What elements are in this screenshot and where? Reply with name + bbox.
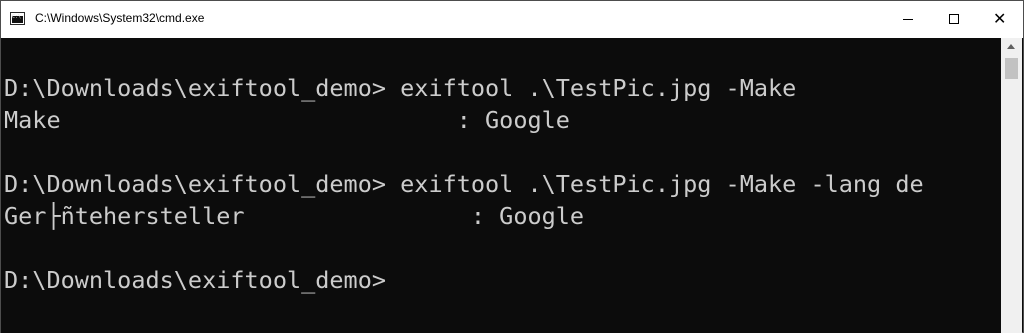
close-icon: ✕ [993, 9, 1007, 28]
console-line: D:\Downloads\exiftool_demo> exiftool .\T… [4, 170, 924, 198]
maximize-button[interactable] [931, 1, 977, 38]
vertical-scrollbar[interactable] [1001, 38, 1022, 333]
cmd-console-icon[interactable]: C:\ [10, 12, 25, 25]
minimize-icon [903, 19, 913, 20]
maximize-icon [949, 14, 959, 24]
minimize-button[interactable] [885, 1, 931, 38]
console-line: D:\Downloads\exiftool_demo> exiftool .\T… [4, 74, 797, 102]
console-prompt-line: D:\Downloads\exiftool_demo> [4, 266, 387, 294]
console-line: Ger├ñtehersteller : Google [4, 202, 585, 230]
console-icon-glyph: C:\ [12, 14, 22, 20]
console-output[interactable]: D:\Downloads\exiftool_demo> exiftool .\T… [1, 38, 1002, 333]
scroll-up-arrow-icon[interactable] [1001, 38, 1022, 55]
title-bar[interactable]: C:\ C:\Windows\System32\cmd.exe ✕ [1, 1, 1023, 38]
window-title: C:\Windows\System32\cmd.exe [35, 11, 205, 25]
scroll-thumb[interactable] [1005, 58, 1018, 79]
close-button[interactable]: ✕ [977, 1, 1023, 38]
console-line: Make : Google [4, 106, 570, 134]
cmd-window: C:\ C:\Windows\System32\cmd.exe ✕ D:\Dow… [0, 0, 1024, 333]
